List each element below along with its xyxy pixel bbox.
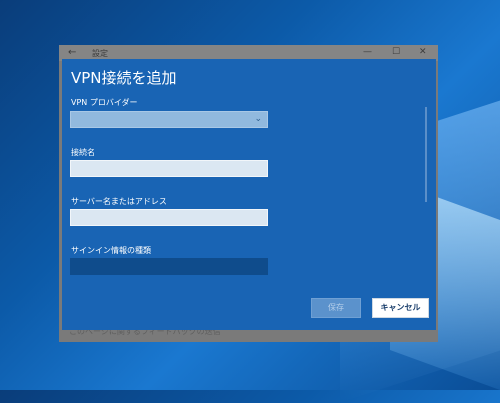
- cancel-button[interactable]: キャンセル: [372, 298, 429, 318]
- back-arrow-icon[interactable]: ←: [68, 47, 76, 58]
- scrollbar[interactable]: [425, 107, 427, 202]
- close-icon[interactable]: ✕: [419, 47, 427, 57]
- add-vpn-dialog: VPN接続を追加 VPN プロバイダー ⌄ 接続名 サーバー名またはアドレス サ…: [62, 59, 436, 330]
- server-address-input[interactable]: [70, 209, 268, 226]
- vpn-provider-dropdown[interactable]: ⌄: [70, 111, 268, 128]
- connection-name-input[interactable]: [70, 160, 268, 177]
- window-title: 設定: [92, 49, 108, 58]
- minimize-icon[interactable]: —: [363, 47, 372, 57]
- save-button[interactable]: 保存: [311, 298, 361, 318]
- chevron-down-icon: ⌄: [254, 114, 262, 124]
- server-address-label: サーバー名またはアドレス: [71, 197, 167, 206]
- signin-type-dropdown[interactable]: [70, 258, 268, 275]
- dialog-heading: VPN接続を追加: [71, 69, 177, 87]
- signin-type-label: サインイン情報の種類: [71, 246, 151, 255]
- maximize-icon[interactable]: ☐: [392, 47, 400, 57]
- provider-label: VPN プロバイダー: [71, 98, 138, 107]
- connection-name-label: 接続名: [71, 148, 95, 157]
